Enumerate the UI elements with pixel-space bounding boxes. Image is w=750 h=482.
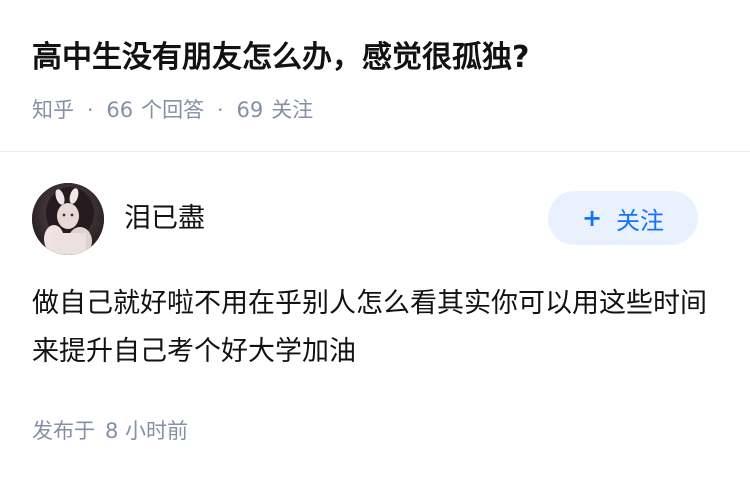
- plus-icon: +: [581, 204, 603, 232]
- answer-text[interactable]: 做自己就好啦不用在乎别人怎么看其实你可以用这些时间来提升自己考个好大学加油: [32, 280, 712, 376]
- publish-prefix: 发布于: [32, 419, 95, 443]
- answers-count: 66: [106, 98, 134, 122]
- avatar[interactable]: [32, 183, 104, 255]
- follow-button-label: 关注: [616, 206, 665, 235]
- meta-separator-dot: ·: [217, 98, 224, 122]
- followers-count: 69: [236, 98, 264, 122]
- question-header: 高中生没有朋友怎么办，感觉很孤独? 知乎 · 66 个回答 · 69 关注: [0, 0, 750, 152]
- followers-label: 关注: [271, 98, 314, 122]
- publish-time-value: 8 小时前: [105, 419, 189, 443]
- author-row: 泪已盡 + 关注: [32, 183, 718, 257]
- source-label[interactable]: 知乎: [32, 94, 74, 126]
- meta-separator-dot: ·: [87, 98, 94, 122]
- author-name[interactable]: 泪已盡: [124, 201, 205, 237]
- answers-label[interactable]: 个回答: [141, 94, 204, 126]
- publish-time: 发布于 8 小时前: [32, 415, 188, 447]
- question-meta: 知乎 · 66 个回答 · 69 关注: [32, 94, 313, 126]
- question-title[interactable]: 高中生没有朋友怎么办，感觉很孤独?: [32, 36, 529, 80]
- avatar-photo-icon: [32, 183, 104, 255]
- follow-button[interactable]: + 关注: [548, 191, 698, 245]
